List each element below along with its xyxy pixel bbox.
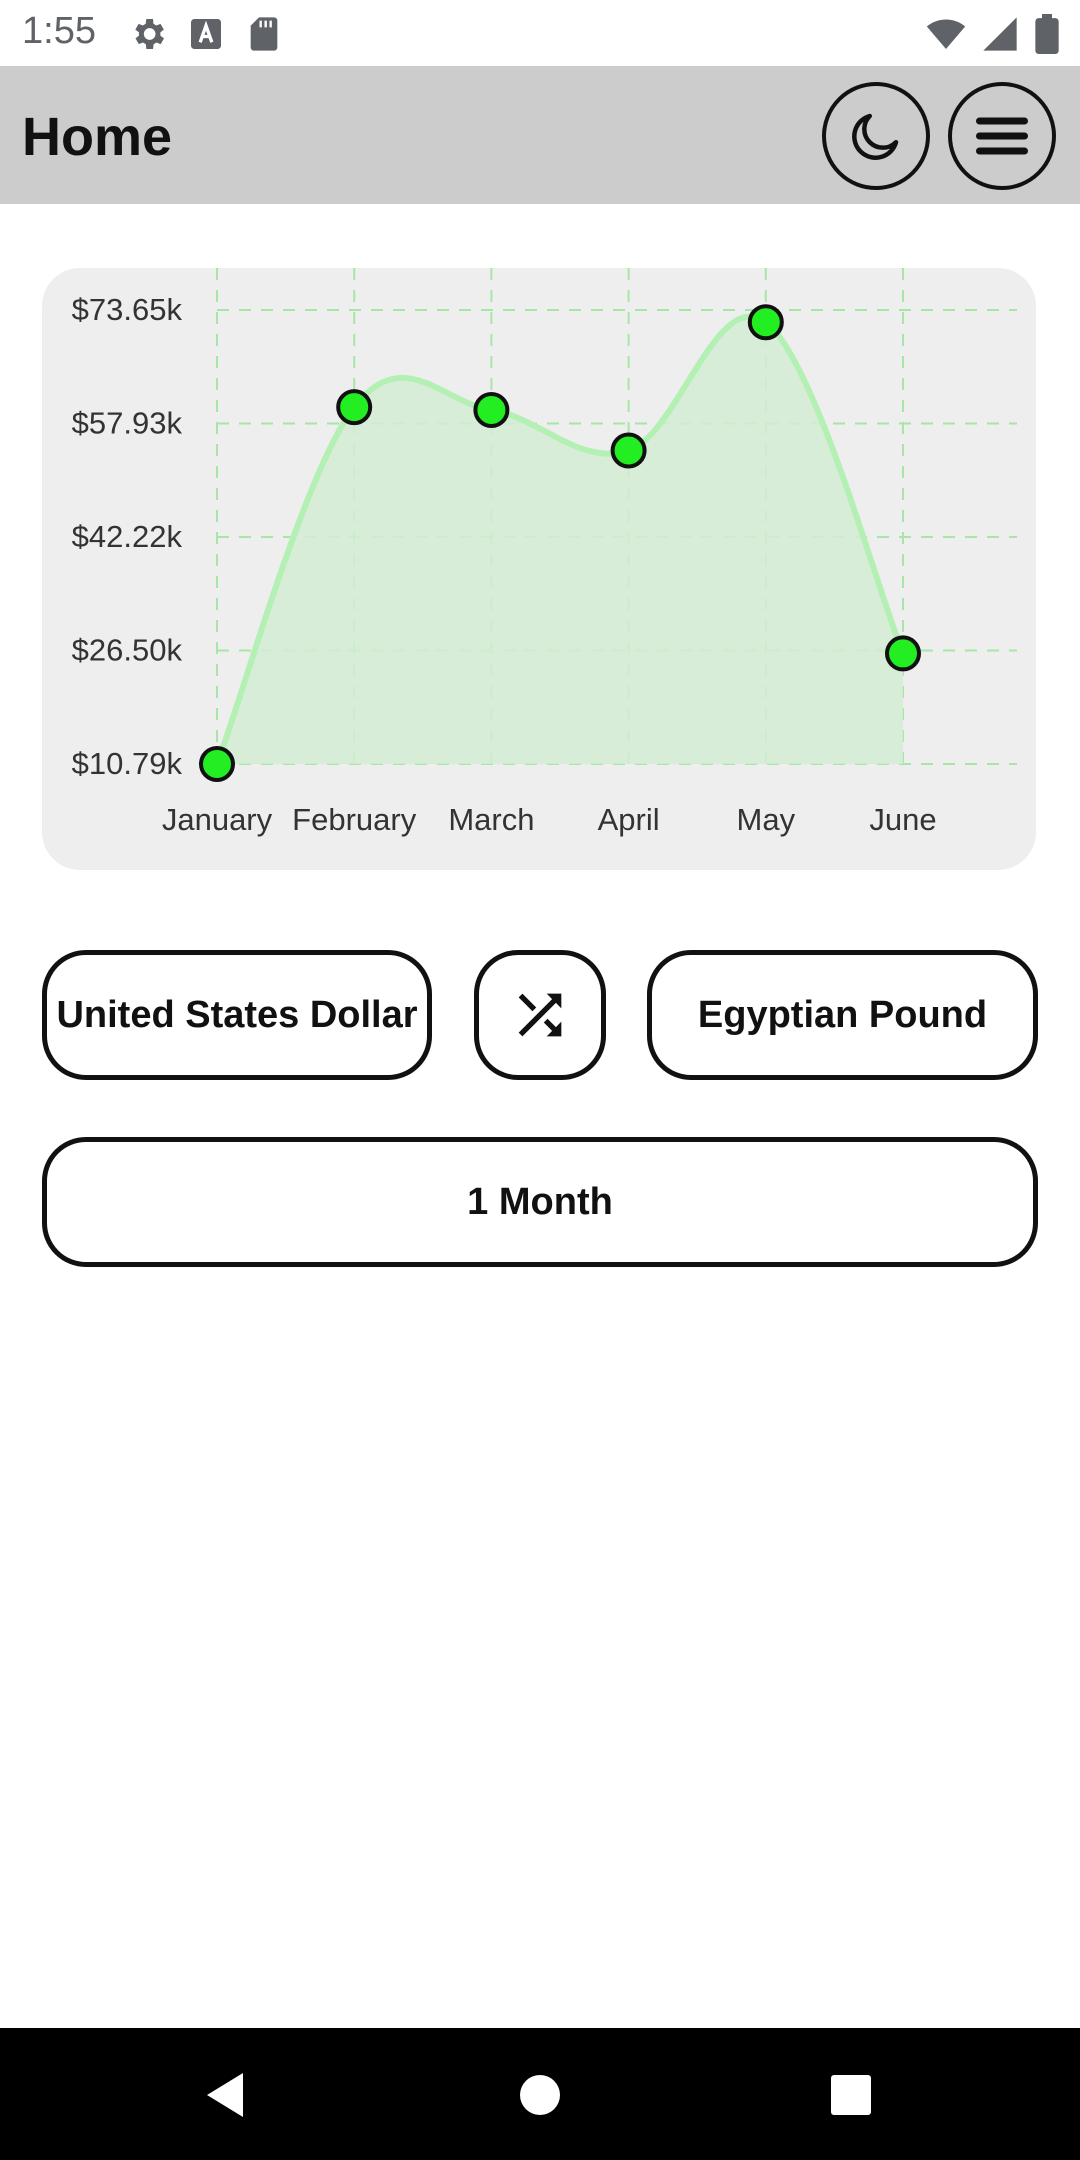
data-point <box>473 392 510 429</box>
x-tick-label: March <box>448 802 534 837</box>
status-time: 1:55 <box>22 10 96 52</box>
period-label: 1 Month <box>467 1180 613 1223</box>
keyboard-a-icon <box>191 19 221 49</box>
recents-square-icon <box>831 2075 871 2115</box>
x-tick-label: May <box>737 802 796 837</box>
theme-toggle-button[interactable] <box>822 82 930 190</box>
home-circle-icon <box>520 2075 560 2115</box>
nav-recents-button[interactable] <box>826 2070 876 2120</box>
status-icons-right <box>926 14 1060 54</box>
price-chart: $73.65k $57.93k $42.22k $26.50k $10.79k Janua… <box>72 268 1017 837</box>
data-point <box>610 432 647 469</box>
from-currency-button[interactable]: United States Dollar <box>42 950 432 1080</box>
hamburger-menu-icon <box>976 117 1028 155</box>
sd-card-icon <box>250 17 278 51</box>
shuffle-icon <box>518 993 562 1037</box>
gear-icon <box>135 19 164 49</box>
x-tick-label: April <box>598 802 660 837</box>
app-bar: Home <box>0 66 1080 204</box>
nav-back-button[interactable] <box>200 2070 250 2120</box>
moon-icon <box>852 113 899 160</box>
system-nav-bar <box>0 2028 1080 2160</box>
y-tick-label: $26.50k <box>72 633 183 668</box>
swap-currency-button[interactable] <box>474 950 606 1080</box>
cell-signal-icon <box>983 17 1017 51</box>
back-triangle-icon <box>207 2073 243 2117</box>
x-tick-label: February <box>292 802 417 837</box>
period-select-button[interactable]: 1 Month <box>42 1137 1038 1267</box>
x-tick-label: June <box>869 802 936 837</box>
nav-home-button[interactable] <box>515 2070 565 2120</box>
data-point <box>885 635 921 672</box>
menu-button[interactable] <box>948 82 1056 190</box>
area-fill <box>217 316 903 764</box>
y-tick-label: $57.93k <box>72 406 183 441</box>
from-currency-label: United States Dollar <box>56 993 418 1036</box>
data-point <box>747 304 784 341</box>
data-point <box>336 389 373 426</box>
status-icons-left <box>128 14 284 54</box>
to-currency-button[interactable]: Egyptian Pound <box>647 950 1038 1080</box>
data-point <box>199 746 235 782</box>
to-currency-label: Egyptian Pound <box>697 993 988 1036</box>
page-title: Home <box>22 107 173 167</box>
y-tick-label: $73.65k <box>72 292 183 327</box>
x-tick-label: January <box>162 802 273 837</box>
y-tick-label: $42.22k <box>72 519 183 554</box>
wifi-icon <box>926 19 966 49</box>
battery-icon <box>1035 14 1059 54</box>
status-bar: 1:55 <box>0 0 1080 66</box>
price-chart-card: $73.65k $57.93k $42.22k $26.50k $10.79k Janua… <box>42 268 1036 870</box>
y-tick-label: $10.79k <box>72 746 183 781</box>
